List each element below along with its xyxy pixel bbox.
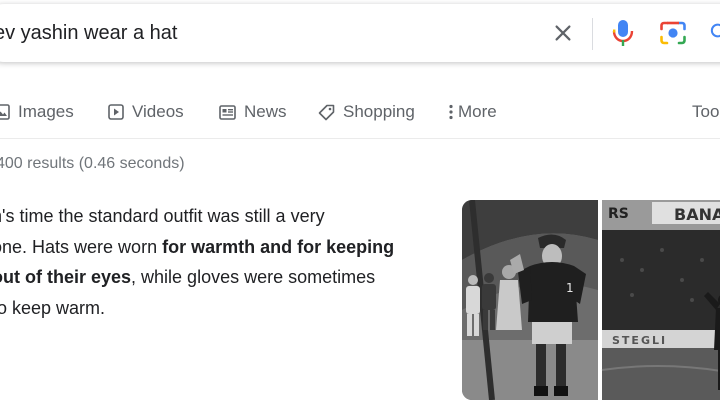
tab-label: News [244, 102, 287, 121]
tab-tools[interactable]: Too [692, 96, 719, 128]
tab-shopping[interactable]: Shopping [318, 96, 415, 128]
snippet-text: one. Hats were worn [0, 236, 163, 257]
snippet-text: n's time the standard outfit was still a… [0, 206, 325, 226]
stadium-photo[interactable]: RS BANA STEGLI [601, 200, 720, 400]
microphone-icon [612, 20, 634, 46]
snippet-line: out of their eyes, while gloves were som… [0, 262, 442, 293]
svg-text:BANA: BANA [674, 205, 720, 224]
snippet-highlight: out of their eyes [0, 267, 132, 287]
svg-text:STEGLI: STEGLI [612, 334, 667, 347]
news-icon [219, 104, 236, 120]
search-input[interactable] [0, 4, 514, 62]
clear-search-button[interactable] [548, 4, 578, 62]
snippet-text: , while gloves were sometimes [131, 267, 376, 287]
snippet-text: to keep warm. [0, 297, 106, 318]
snippet-line: one. Hats were worn for warmth and for k… [0, 232, 442, 263]
featured-snippet-text: n's time the standard outfit was still a… [0, 201, 442, 323]
tag-icon [318, 104, 335, 121]
search-bar-divider [592, 18, 593, 50]
image-icon [0, 104, 10, 120]
snippet-line: n's time the standard outfit was still a… [0, 201, 442, 232]
tab-news[interactable]: News [219, 96, 287, 128]
tab-videos[interactable]: Videos [108, 96, 184, 128]
tab-label: Images [18, 102, 74, 121]
tab-label: More [458, 102, 497, 121]
image-search-button[interactable] [656, 4, 690, 62]
voice-search-button[interactable] [608, 4, 638, 62]
search-tabs: Images Videos News Shopping More Too [0, 96, 720, 128]
search-icon [710, 23, 720, 38]
tab-images[interactable]: Images [0, 96, 74, 128]
featured-images[interactable]: 1 RS BANA STEGLI [462, 200, 720, 400]
tab-more[interactable]: More [449, 96, 497, 128]
tab-label: Videos [132, 102, 184, 121]
snippet-line: to keep warm. [0, 293, 442, 324]
search-results-page: Images Videos News [0, 0, 720, 400]
svg-text:1: 1 [566, 281, 574, 295]
goalkeeper-photo[interactable]: 1 [462, 200, 598, 400]
tab-label: Shopping [343, 102, 415, 121]
close-icon [555, 25, 571, 41]
search-submit-button[interactable] [706, 4, 720, 62]
result-stats: 400 results (0.46 seconds) [0, 155, 185, 172]
camera-lens-icon [660, 21, 686, 45]
svg-text:RS: RS [608, 206, 629, 222]
snippet-highlight: for warmth and for keeping [162, 236, 395, 257]
tabs-divider [0, 138, 720, 139]
tab-label: Too [692, 102, 720, 121]
play-icon [108, 104, 124, 120]
more-vertical-icon [449, 104, 453, 120]
